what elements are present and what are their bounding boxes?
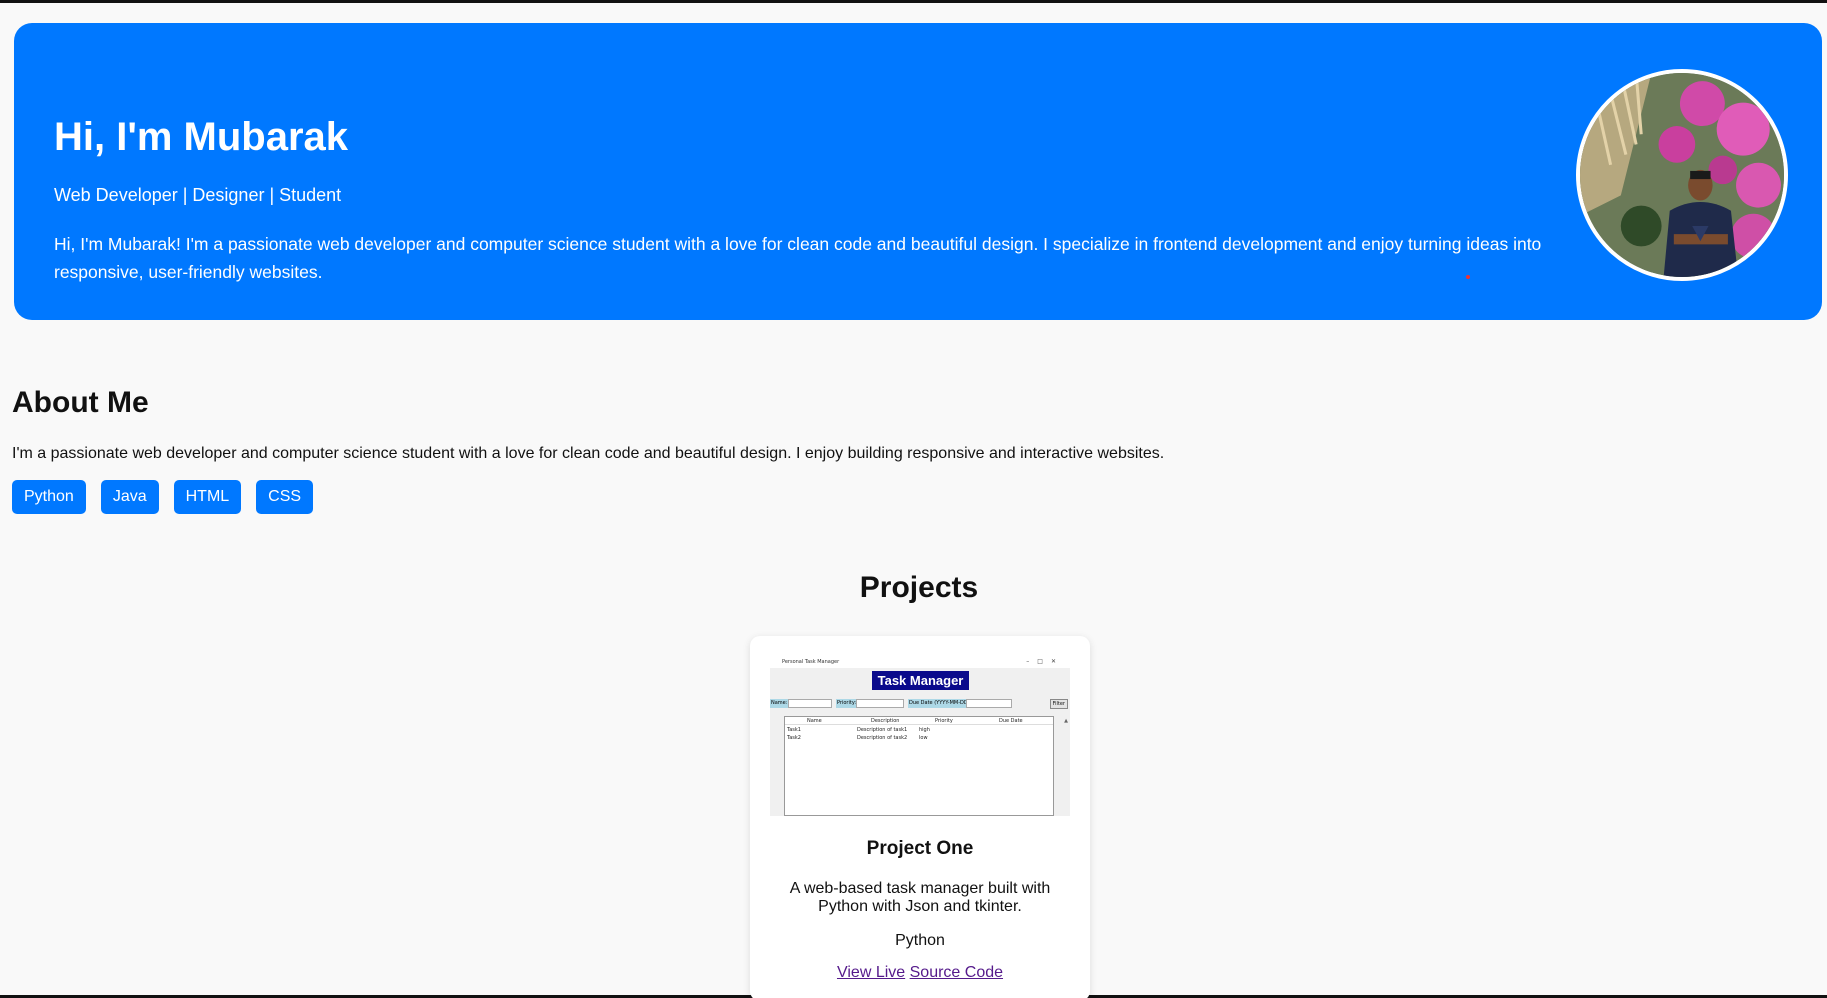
screenshot-table-header: Name Description Priority Due Date	[785, 717, 1053, 725]
screenshot-window-title: Personal Task Manager	[770, 656, 1070, 668]
project-tech: Python	[895, 932, 945, 949]
screenshot-form: Name: Priority: Due Date (YYYY-MM-DD): F…	[770, 699, 1070, 709]
screenshot-cell: low	[919, 735, 928, 741]
skill-badge-python: Python	[12, 480, 86, 514]
screenshot-col-due-date: Due Date	[999, 718, 1023, 724]
decorative-dot	[1466, 275, 1470, 279]
skill-badge-html: HTML	[173, 480, 242, 514]
projects-title: Projects	[859, 571, 979, 604]
screenshot-scroll-up-icon: ▲	[1064, 718, 1068, 724]
project-screenshot: Personal Task Manager –□✕ Task Manager N…	[770, 656, 1070, 816]
about-text: I'm a passionate web developer and compu…	[12, 445, 1165, 462]
screenshot-select-priority	[856, 699, 904, 708]
project-links: View Live Source Code	[750, 964, 1090, 982]
skills-list: Python Java HTML CSS	[12, 480, 314, 514]
about-title: About Me	[12, 386, 149, 419]
screenshot-table: Name Description Priority Due Date Task1…	[784, 716, 1054, 816]
source-code-link[interactable]: Source Code	[910, 964, 1003, 981]
screenshot-cell: Description of task2	[857, 735, 908, 741]
project-card: Personal Task Manager –□✕ Task Manager N…	[750, 636, 1090, 998]
hero-roles: Web Developer | Designer | Student	[54, 185, 342, 205]
screenshot-cell: Description of task1	[857, 727, 908, 733]
hero-title: Hi, I'm Mubarak	[54, 115, 349, 159]
project-title: Project One	[866, 838, 974, 859]
skill-badge-css: CSS	[256, 480, 314, 514]
screenshot-cell: high	[919, 727, 930, 733]
hero-bio: Hi, I'm Mubarak! I'm a passionate web de…	[54, 234, 1542, 282]
profile-avatar	[1576, 69, 1788, 281]
project-description: A web-based task manager built with Pyth…	[789, 880, 1051, 915]
screenshot-input-due	[966, 699, 1012, 708]
screenshot-label-priority: Priority:	[836, 699, 858, 708]
profile-photo	[1580, 73, 1784, 277]
hero-banner: Hi, I'm Mubarak Web Developer | Designer…	[14, 23, 1822, 320]
screenshot-label-name: Name:	[770, 699, 789, 708]
screenshot-cell: Task1	[787, 727, 801, 733]
screenshot-col-description: Description	[871, 718, 900, 724]
screenshot-filter-button: Filter	[1049, 699, 1068, 709]
screenshot-col-priority: Priority	[935, 718, 953, 724]
screenshot-cell: Task2	[787, 735, 801, 741]
screenshot-heading: Task Manager	[872, 671, 969, 690]
screenshot-label-due: Due Date (YYYY-MM-DD):	[908, 699, 973, 708]
screenshot-table-row: Task2 Description of task2 low	[785, 734, 1053, 742]
view-live-link[interactable]: View Live	[837, 964, 905, 981]
screenshot-window-controls-icon: –□✕	[1026, 658, 1064, 665]
screenshot-table-row: Task1 Description of task1 high	[785, 726, 1053, 734]
screenshot-col-name: Name	[807, 718, 822, 724]
skill-badge-java: Java	[100, 480, 159, 514]
screenshot-input-name	[788, 699, 832, 708]
